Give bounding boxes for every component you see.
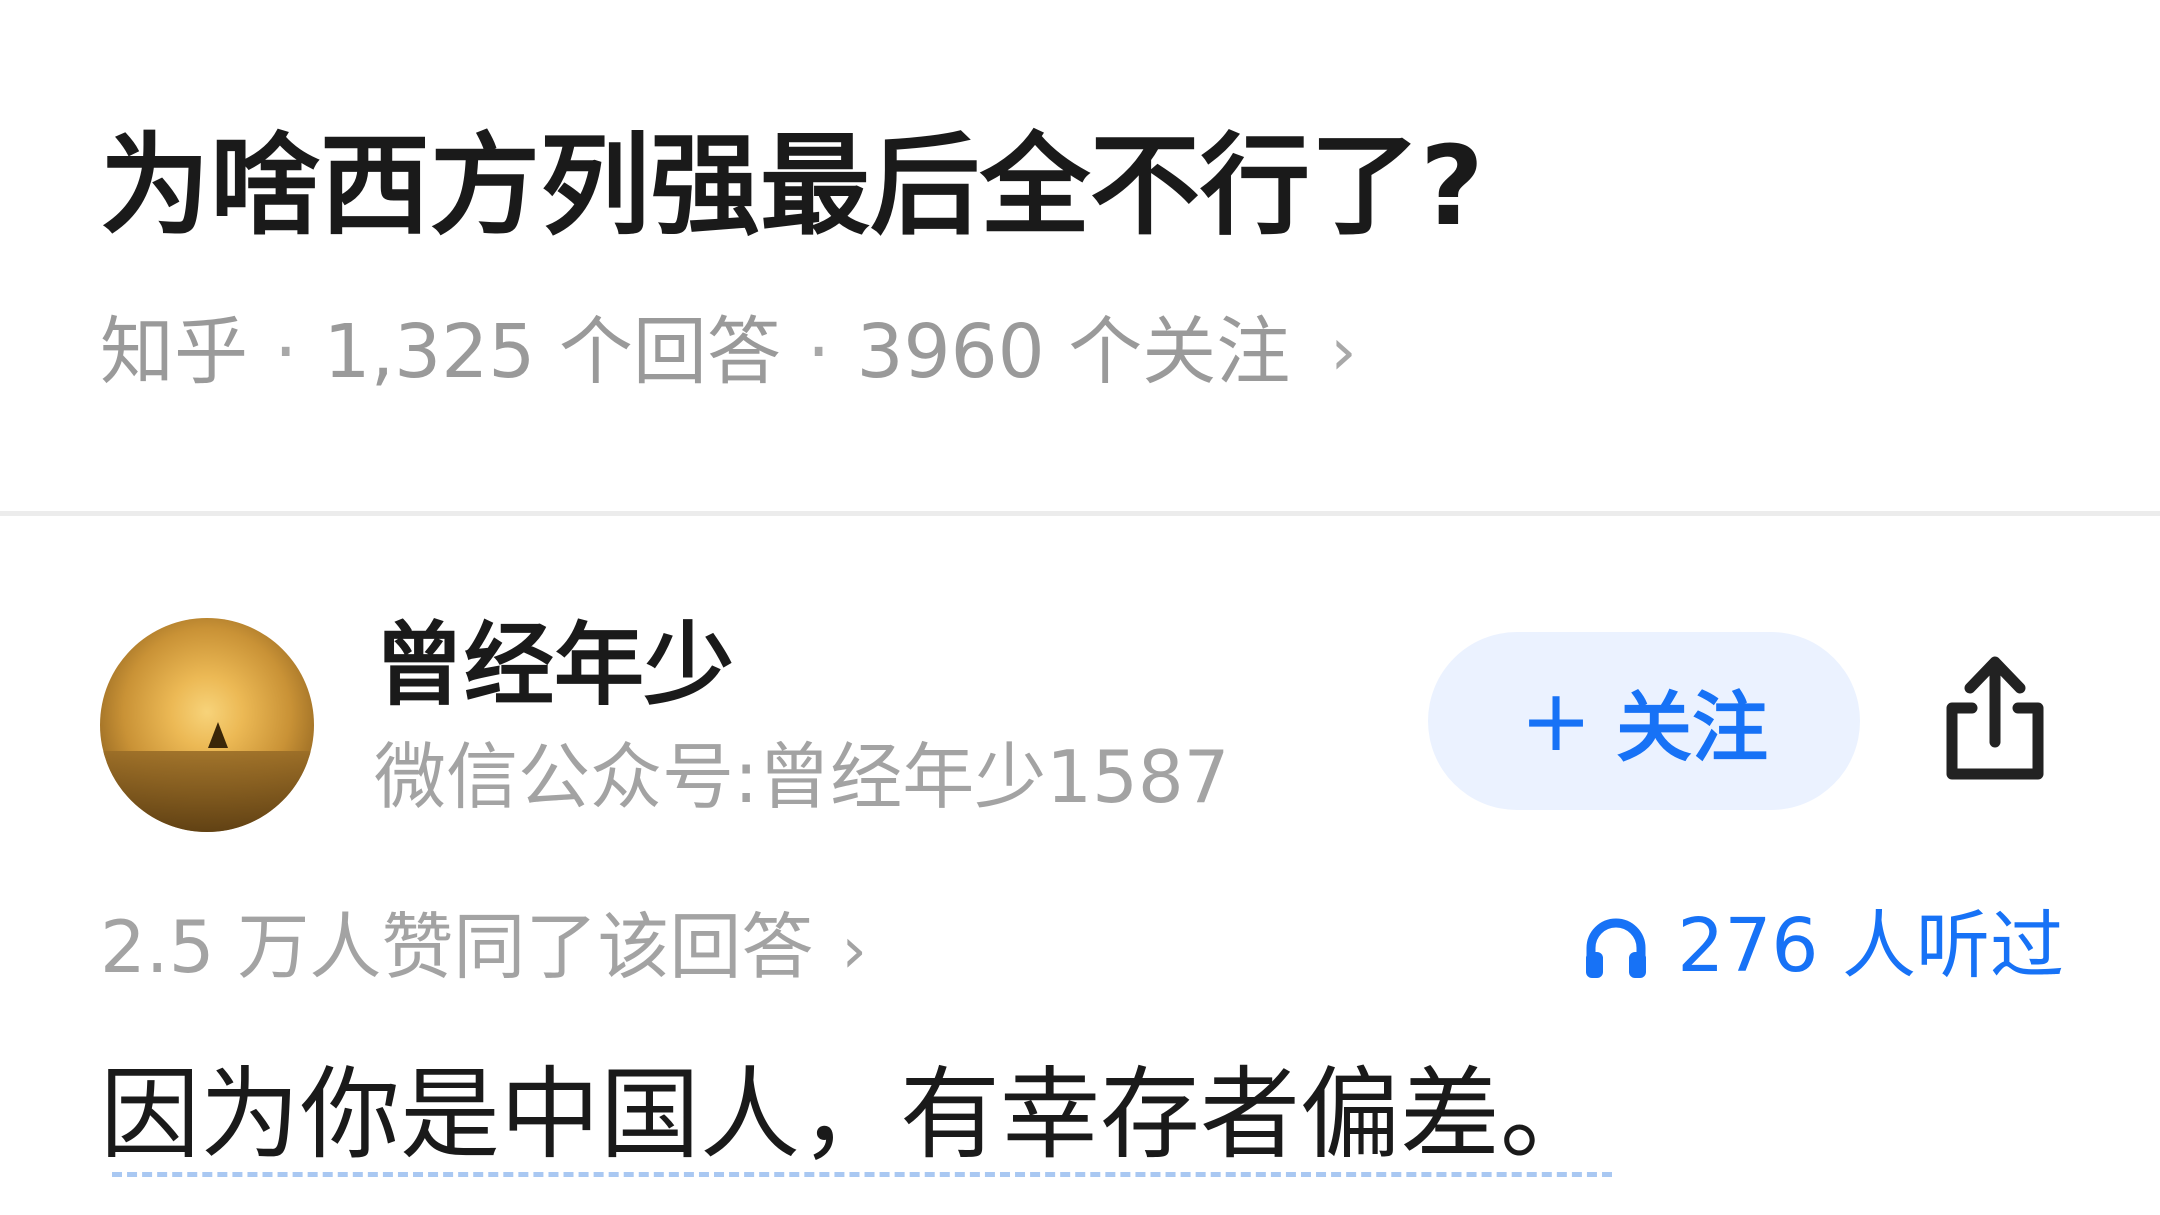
- chevron-right-icon: ›: [841, 914, 867, 988]
- listen-count: 276 人听过: [1677, 903, 2064, 989]
- answer-underline: [112, 1172, 1612, 1177]
- meta-separator: ·: [806, 309, 831, 395]
- headphones-icon: [1586, 918, 1647, 978]
- vote-summary[interactable]: 2.5 万人赞同了该回答 ›: [100, 905, 867, 989]
- follow-label: 关注: [1616, 683, 1769, 772]
- author-name[interactable]: 曾经年少: [374, 616, 734, 715]
- sailboat-icon: [208, 722, 228, 748]
- answer-count: 1,325 个回答: [323, 309, 781, 395]
- meta-separator: ·: [274, 309, 298, 395]
- share-icon: [1946, 656, 2044, 780]
- section-divider: [0, 511, 2160, 516]
- share-button[interactable]: [1930, 650, 2060, 790]
- author-bio: 微信公众号:曾经年少1587: [374, 735, 1230, 819]
- avatar-sea: [100, 750, 314, 832]
- follower-count: 3960 个关注: [856, 309, 1291, 395]
- question-meta[interactable]: 知乎 · 1,325 个回答 · 3960 个关注 ›: [100, 309, 1357, 395]
- plus-icon: +: [1519, 671, 1593, 771]
- question-source: 知乎: [100, 309, 248, 395]
- listen-button[interactable]: 276 人听过: [1581, 903, 2064, 989]
- chevron-right-icon: ›: [1330, 313, 1357, 391]
- avatar[interactable]: [100, 618, 314, 832]
- follow-button[interactable]: + 关注: [1428, 632, 1860, 810]
- question-title[interactable]: 为啥西方列强最后全不行了?: [100, 126, 1484, 247]
- vote-text: 2.5 万人赞同了该回答: [100, 905, 814, 989]
- answer-text[interactable]: 因为你是中国人，有幸存者偏差。: [100, 1060, 1600, 1170]
